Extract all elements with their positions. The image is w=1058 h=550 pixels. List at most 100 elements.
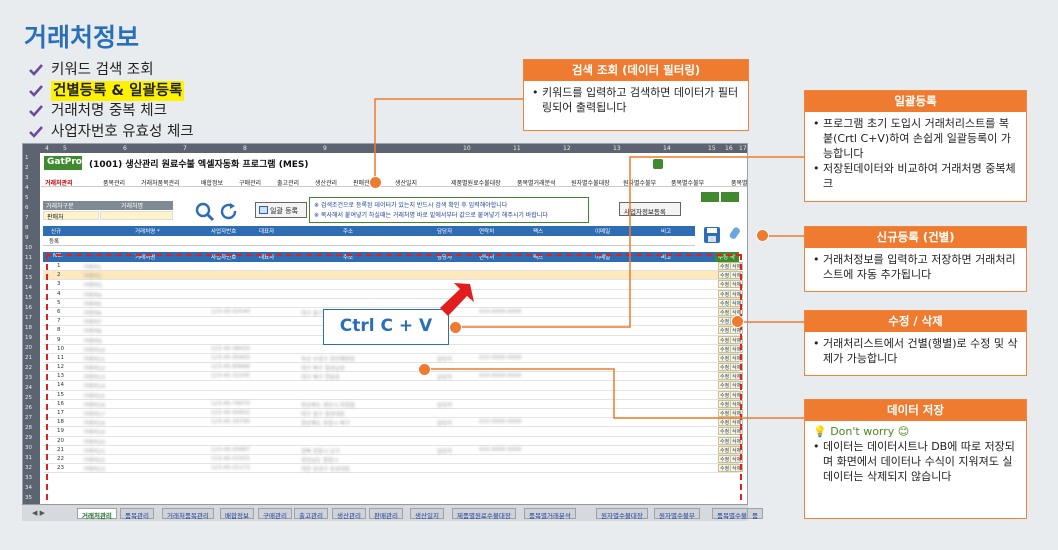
row-number: 6 [25,205,29,211]
feature-item: 키워드 검색 조회 [28,60,194,81]
menu-item[interactable]: 생산일지 [395,178,417,187]
sheet-tab[interactable]: 거래처품목관리 [162,508,214,520]
menu-item[interactable]: 출고관리 [277,178,299,187]
input-column-header: 주소 [343,229,354,235]
row-number: 13 [25,275,32,281]
column-header: 16 [725,145,733,152]
input-column-header: 대표자 [259,229,275,235]
row-number: 27 [25,415,32,421]
sheet-tab[interactable]: 판매관리 [369,508,403,520]
row-number: 4 [25,185,29,191]
row-number: 32 [25,465,32,471]
row-number: 25 [25,395,32,401]
column-header: 7 [183,145,187,152]
save-icon[interactable] [703,226,721,244]
sheet-tab[interactable]: 생산관리 [332,508,366,520]
clear-icon[interactable] [728,226,744,242]
notice-line-2: ※ 복사해서 붙여넣기 하실때는 거래처명 바로 밑에서부터 값으로 붙여넣기 … [314,212,548,219]
menu-item[interactable]: 품목별거래분석 [517,178,556,187]
row-number: 35 [25,495,32,501]
row-number: 5 [25,195,29,201]
business-info-button[interactable]: 사업자정보등록 [619,202,681,216]
menu-item[interactable]: 원자별수불대장 [571,178,610,187]
feature-label: 거래처명 중복 체크 [51,103,167,119]
feature-label: 키워드 검색 조회 [51,62,154,78]
notice-box: ※ 검색조건으로 등록된 데이터가 있는지 반드시 검색 확인 후 입력해야합니… [309,197,589,223]
app-logo: GatPro [44,156,82,170]
column-header: 8 [243,145,247,152]
feature-list: 키워드 검색 조회 건별등록 & 일괄등록 거래처명 중복 체크 사업자번호 유효성 … [28,60,194,142]
sheet-menu: 거래처관리 품목관리 거래처품목관리 배합정보 구매관리 출고관리 생산관리 판매관리 생산일지… [41,176,747,187]
menu-item[interactable]: 거래처관리 [45,178,73,187]
search-type-input[interactable]: 판매처 [43,211,99,221]
sheet-tab[interactable]: 품목별거래분석 [524,508,576,520]
callout-bulk-item: 저장된데이터와 비교하여 거래처명 중복체크 [813,161,1018,191]
row-number: 23 [25,375,32,381]
column-header: 5 [63,145,67,152]
row-number: 1 [25,155,29,161]
check-icon [29,125,43,138]
menu-item[interactable]: 제품별원료수불대장 [451,178,501,187]
menu-item[interactable]: 품목관리 [103,178,125,187]
row-number: 20 [25,345,32,351]
refresh-sheet-button[interactable] [653,159,663,169]
callout-search: 검색 조회 (데이터 필터링) 키워드를 입력하고 검색하면 데이터가 필터링되… [523,59,749,131]
callout-save-item: 데이터는 데이터시트나 DB에 따로 저장되며 화면에서 데이터나 수식이 지워… [813,439,1018,484]
unlock-icon[interactable] [721,192,739,202]
menu-item[interactable]: 품목별 [731,178,747,187]
row-number: 21 [25,355,32,361]
column-header: 9 [323,145,327,152]
column-header: 4 [45,145,49,152]
callout-edit-item: 거래처리스트에서 건별(행별)로 수정 및 삭제가 가능합니다 [813,336,1018,366]
lock-icon[interactable] [701,192,719,202]
new-marker [756,229,769,242]
menu-item[interactable]: 구매관리 [239,178,261,187]
menu-item[interactable]: 원자별수불부 [623,178,656,187]
search-icon[interactable] [195,202,215,222]
sheet-tab[interactable]: 거래처관리 [77,508,117,520]
notice-line-1: ※ 검색조건으로 등록된 데이터가 있는지 반드시 검색 확인 후 입력해야합니… [314,202,508,209]
sheet-tab[interactable]: 원자별수불부 [654,508,700,520]
menu-item[interactable]: 거래처품목관리 [141,178,180,187]
arrow-icon [440,283,474,316]
callout-new-list: 거래처정보를 입력하고 저장하면 거래처리스트에 자동 추가됩니다 [805,248,1026,286]
edit-marker [731,315,744,328]
menu-item[interactable]: 품목별수불부 [671,178,704,187]
refresh-icon[interactable] [219,202,239,222]
callout-search-title: 검색 조회 (데이터 필터링) [524,60,748,81]
row-number: 9 [25,235,29,241]
input-column-header: 이메일 [595,229,611,235]
column-header: 6 [123,145,127,152]
bulk-register-button[interactable]: 일괄 등록 [255,202,307,218]
callout-new: 신규등록 (건별) 거래처정보를 입력하고 저장하면 거래처리스트에 자동 추가… [804,226,1027,292]
row-number: 29 [25,435,32,441]
row-header-bar: 1 2 3 4 5 6 7 8 9 10 11 12 13 14 15 16 17 18 19 20 21 22 23 24 2… [23,153,40,513]
sheet-tab[interactable]: 품 [747,508,763,520]
input-column-header: 담당자 [437,229,453,235]
callout-new-item: 거래처정보를 입력하고 저장하면 거래처리스트에 자동 추가됩니다 [813,252,1018,282]
row-number: 19 [25,335,32,341]
callout-save-tip: 💡 Don't worry 😊 [813,425,910,438]
row-number: 22 [25,365,32,371]
search-name-input[interactable] [100,211,173,220]
column-header: 15 [708,145,716,152]
input-column-header: 거래처명 * [135,229,160,235]
row-number: 10 [25,245,32,251]
menu-item[interactable]: 생산관리 [315,178,337,187]
callout-edit: 수정 / 삭제 거래처리스트에서 건별(행별)로 수정 및 삭제가 가능합니다 [804,310,1027,376]
callout-search-list: 키워드를 입력하고 검색하면 데이터가 필터링되어 출력됩니다 [524,81,748,119]
input-row[interactable]: 등록 [43,236,695,246]
menu-item[interactable]: 배합정보 [201,178,223,187]
sheet-tab[interactable]: 제품별원료수불대장 [452,508,516,520]
sheet-tab[interactable]: 품목관리 [120,508,154,520]
sheet-tab[interactable]: 배합정보 [220,508,254,520]
input-header-row: 신규 거래처명 * 사업자번호 대표자 주소 담당자 연락처 팩스 이메일 비고 [43,226,695,236]
column-header: 13 [613,145,621,152]
sheet-tab[interactable]: 생산일지 [410,508,444,520]
row-number: 18 [25,325,32,331]
tab-nav-icon[interactable]: ◀ ▶ [28,508,49,519]
sheet-tab[interactable]: 구매관리 [258,508,292,520]
sheet-tab[interactable]: 원자별수불대장 [596,508,648,520]
input-row-label: 등록 [49,239,60,245]
sheet-tab[interactable]: 출고관리 [294,508,328,520]
